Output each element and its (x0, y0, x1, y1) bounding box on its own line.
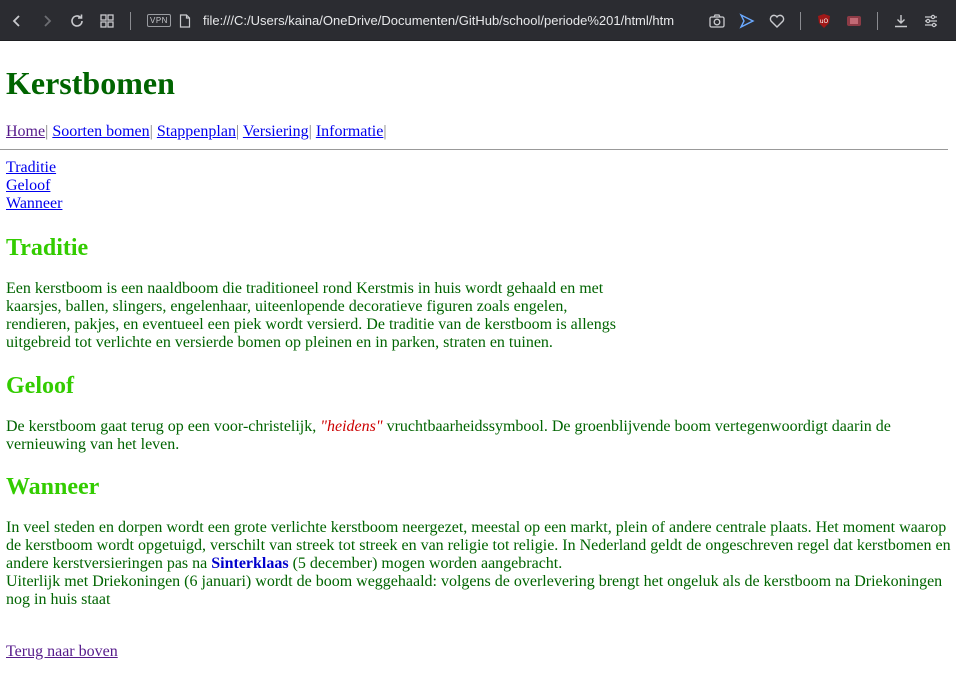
file-icon (177, 6, 193, 36)
top-navigation: Home| Soorten bomen| Stappenplan| Versie… (6, 122, 948, 141)
nav-link-soorten-bomen[interactable]: Soorten bomen (52, 123, 149, 140)
emphasis-heidens: "heidens" (320, 418, 383, 435)
toolbar-separator (876, 11, 878, 30)
section-heading: Geloof (6, 373, 74, 399)
nav-separator: | (308, 123, 312, 140)
toolbar-border (0, 40, 956, 41)
nav-link-home[interactable]: Home (6, 123, 45, 140)
paragraph-text: Uiterlijk met Driekoningen (6 januari) w… (6, 573, 943, 608)
toolbar-separator (799, 11, 801, 30)
camera-icon[interactable] (702, 6, 732, 36)
back-icon[interactable] (2, 6, 32, 36)
address-bar[interactable]: file:///C:/Users/kaina/OneDrive/Document… (203, 13, 684, 28)
reload-icon[interactable] (62, 6, 92, 36)
section-paragraph: Een kerstboom is een naaldboom die tradi… (6, 280, 616, 351)
settings-sliders-icon[interactable] (916, 6, 946, 36)
extension-icon[interactable] (839, 6, 869, 36)
section-wanneer: Wanneer In veel steden en dorpen wordt e… (6, 473, 951, 609)
page-title: Kerstbomen (6, 65, 175, 101)
paragraph-text: (5 december) mogen worden aangebracht. (292, 555, 563, 572)
section-traditie: Traditie Een kerstboom is een naaldboom … (6, 234, 948, 352)
ublock-icon[interactable]: uO (809, 6, 839, 36)
back-to-top: Terug naar boven (6, 643, 948, 661)
download-icon[interactable] (886, 6, 916, 36)
section-heading: Wanneer (6, 474, 100, 500)
back-to-top-link[interactable]: Terug naar boven (6, 643, 118, 660)
nav-separator: | (149, 123, 153, 140)
browser-toolbar: VPN file:///C:/Users/kaina/OneDrive/Docu… (0, 0, 956, 41)
table-of-contents: Traditie Geloof Wanneer (6, 159, 948, 213)
nav-separator: | (383, 123, 387, 140)
section-paragraph: De kerstboom gaat terug op een voor-chri… (6, 418, 906, 454)
heart-icon[interactable] (762, 6, 792, 36)
section-heading: Traditie (6, 235, 89, 261)
tabs-grid-icon[interactable] (92, 6, 122, 36)
nav-separator: | (45, 123, 49, 140)
toc-link-wanneer[interactable]: Wanneer (6, 195, 948, 213)
section-geloof: Geloof De kerstboom gaat terug op een vo… (6, 372, 948, 454)
horizontal-divider (0, 149, 948, 150)
nav-link-stappenplan[interactable]: Stappenplan (157, 123, 236, 140)
nav-link-informatie[interactable]: Informatie (316, 123, 384, 140)
paragraph-text: De kerstboom gaat terug op een voor-chri… (6, 418, 317, 435)
nav-separator: | (235, 123, 240, 140)
bold-sinterklaas: Sinterklaas (211, 555, 289, 572)
send-icon[interactable] (732, 6, 762, 36)
forward-icon[interactable] (32, 6, 62, 36)
toc-link-geloof[interactable]: Geloof (6, 177, 948, 195)
svg-text:uO: uO (820, 18, 829, 25)
toc-link-traditie[interactable]: Traditie (6, 159, 948, 177)
section-paragraph: In veel steden en dorpen wordt een grote… (6, 519, 951, 609)
toolbar-separator (130, 11, 131, 30)
page-content: Kerstbomen Home| Soorten bomen| Stappenp… (0, 65, 956, 661)
vpn-badge[interactable]: VPN (147, 14, 171, 27)
nav-link-versiering[interactable]: Versiering (243, 123, 309, 140)
